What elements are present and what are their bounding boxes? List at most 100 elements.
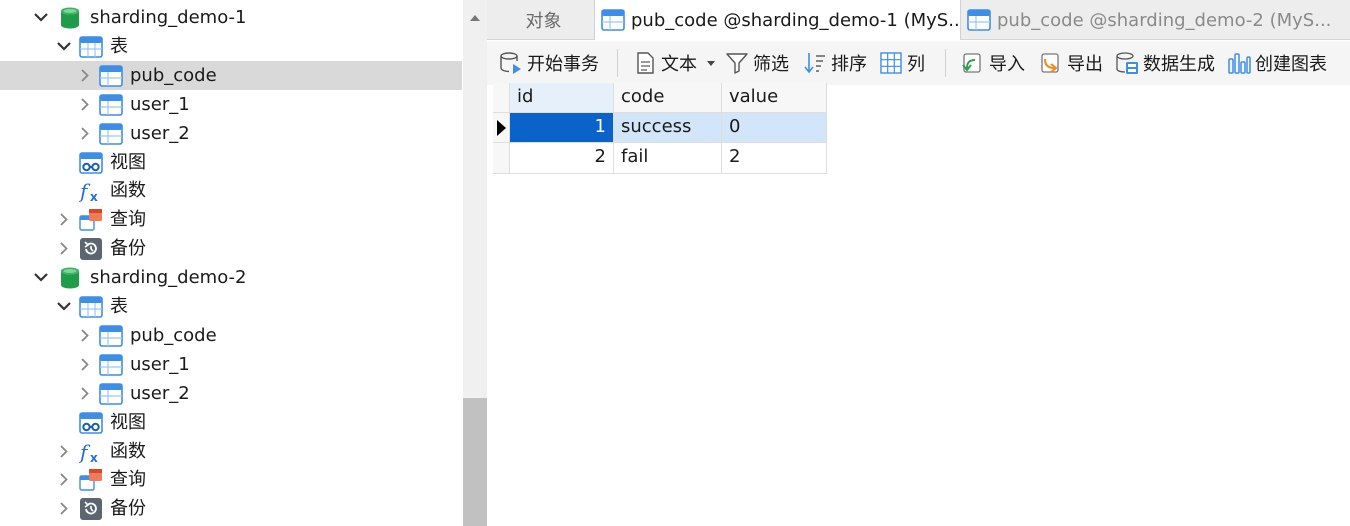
chevron-right-icon[interactable] [56, 205, 72, 234]
columns-label: 列 [907, 54, 925, 75]
table-icon [99, 353, 123, 377]
caret-down-icon[interactable] [707, 60, 715, 66]
filter-icon [726, 53, 748, 74]
database-icon [58, 266, 82, 290]
scroll-up-arrow-icon[interactable] [463, 0, 487, 36]
text-view-button[interactable]: 文本 [633, 49, 715, 77]
toolbar-divider [945, 49, 946, 77]
tab-objects-label: 对象 [525, 11, 562, 32]
tree-item-table[interactable]: pub_code [0, 321, 462, 350]
chevron-right-icon[interactable] [77, 379, 93, 408]
tree-item-label: pub_code [130, 64, 217, 86]
scrollbar-thumb[interactable] [463, 398, 487, 526]
data-generation-icon [1116, 52, 1138, 74]
table-cell[interactable]: 1 [510, 113, 614, 143]
chevron-right-icon[interactable] [56, 494, 72, 523]
tree-item-database[interactable]: sharding_demo-1 [0, 3, 462, 32]
import-button[interactable]: 导入 [961, 49, 1025, 77]
column-header-value[interactable]: value [722, 83, 827, 113]
tree-item-functions-folder[interactable]: f x 函数 [0, 176, 462, 205]
tree-item-tables-folder[interactable]: 表 [0, 292, 462, 321]
text-view-label: 文本 [661, 54, 697, 75]
backup-icon [79, 237, 103, 261]
create-chart-label: 创建图表 [1255, 54, 1327, 75]
tree-item-label: 函数 [110, 180, 146, 202]
tree-item-label: 函数 [110, 440, 146, 462]
data-generation-button[interactable]: 数据生成 [1115, 49, 1215, 77]
table-icon [601, 9, 625, 31]
toolbar: 开始事务 文本 筛选 排序 列 导入 导出 数据生成 创建图表 [487, 41, 1350, 85]
chevron-right-icon[interactable] [77, 119, 93, 148]
tab-pub-code-demo-2[interactable]: pub_code @sharding_demo-2 (MyS... [961, 0, 1350, 40]
tree-item-database[interactable]: sharding_demo-2 [0, 263, 462, 292]
table-cell[interactable]: 2 [722, 143, 827, 174]
svg-text:x: x [90, 451, 98, 464]
chevron-right-icon[interactable] [77, 61, 93, 90]
chevron-right-icon[interactable] [77, 321, 93, 350]
tab-objects[interactable]: 对象 [493, 0, 595, 40]
table-icon [99, 64, 123, 88]
chevron-right-icon[interactable] [56, 465, 72, 494]
function-icon: fx [78, 179, 103, 204]
column-header-id[interactable]: id [510, 83, 614, 113]
sort-button[interactable]: 排序 [803, 49, 867, 77]
table-cell[interactable]: fail [614, 143, 722, 174]
query-icon [79, 208, 103, 232]
chevron-down-icon[interactable] [56, 292, 72, 321]
table-icon [967, 9, 991, 31]
tree-item-label: user_1 [130, 353, 190, 375]
tree-item-functions-folder[interactable]: f x 函数 [0, 437, 462, 466]
row-indicator[interactable] [493, 113, 510, 143]
tree-scrollbar[interactable] [463, 0, 487, 526]
chevron-down-icon[interactable] [33, 3, 49, 32]
filter-label: 筛选 [753, 54, 789, 75]
columns-button[interactable]: 列 [879, 49, 925, 77]
tree-item-label: user_1 [130, 93, 190, 115]
import-icon [962, 53, 981, 73]
tree-item-label: 查询 [110, 209, 146, 231]
tree-item-backups-folder[interactable]: 备份 [0, 494, 462, 523]
tree-item-label: 表 [110, 296, 128, 317]
chevron-down-icon[interactable] [33, 263, 49, 292]
tree-item-label: sharding_demo-1 [90, 7, 247, 28]
tree-item-table[interactable]: pub_code [0, 60, 462, 90]
chevron-right-icon[interactable] [56, 437, 72, 466]
tables-folder-icon [79, 35, 103, 59]
chevron-right-icon[interactable] [77, 350, 93, 379]
svg-text:x: x [90, 190, 98, 203]
chevron-down-icon[interactable] [56, 32, 72, 61]
row-indicator[interactable] [493, 143, 510, 174]
tree-item-queries-folder[interactable]: 查询 [0, 465, 462, 494]
tree-item-table[interactable]: user_2 [0, 119, 462, 148]
transaction-icon [500, 52, 521, 74]
tree-item-views-folder[interactable]: 视图 [0, 148, 462, 177]
tree-item-label: sharding_demo-2 [90, 267, 247, 289]
tree-item-table[interactable]: user_1 [0, 350, 462, 379]
tables-folder-icon [79, 295, 103, 319]
tree-item-table[interactable]: user_1 [0, 90, 462, 119]
tree-item-label: 视图 [110, 151, 146, 173]
tree-item-views-folder[interactable]: 视图 [0, 408, 462, 437]
data-generation-label: 数据生成 [1143, 54, 1215, 75]
database-icon [58, 6, 82, 30]
table-cell[interactable]: 2 [510, 143, 614, 174]
tree-item-queries-folder[interactable]: 查询 [0, 205, 462, 234]
begin-transaction-label: 开始事务 [527, 54, 599, 75]
tree-item-table[interactable]: user_2 [0, 379, 462, 408]
table-cell[interactable]: 0 [722, 113, 827, 143]
tree-item-backups-folder[interactable]: 备份 [0, 234, 462, 263]
document-icon [637, 52, 654, 74]
create-chart-button[interactable]: 创建图表 [1227, 49, 1327, 77]
begin-transaction-button[interactable]: 开始事务 [499, 49, 599, 77]
tab-pub-code-demo-1[interactable]: pub_code @sharding_demo-1 (MyS... [595, 0, 961, 40]
tree-item-label: pub_code [130, 324, 217, 346]
chevron-right-icon[interactable] [56, 234, 72, 263]
export-button[interactable]: 导出 [1039, 49, 1103, 77]
tree-item-tables-folder[interactable]: 表 [0, 32, 462, 61]
filter-button[interactable]: 筛选 [725, 49, 789, 77]
table-cell[interactable]: success [614, 113, 722, 143]
tree-item-label: user_2 [130, 382, 190, 404]
column-header-code[interactable]: code [614, 83, 722, 113]
chevron-right-icon[interactable] [77, 90, 93, 119]
tab-active-label: pub_code @sharding_demo-1 (MyS... [631, 9, 961, 31]
